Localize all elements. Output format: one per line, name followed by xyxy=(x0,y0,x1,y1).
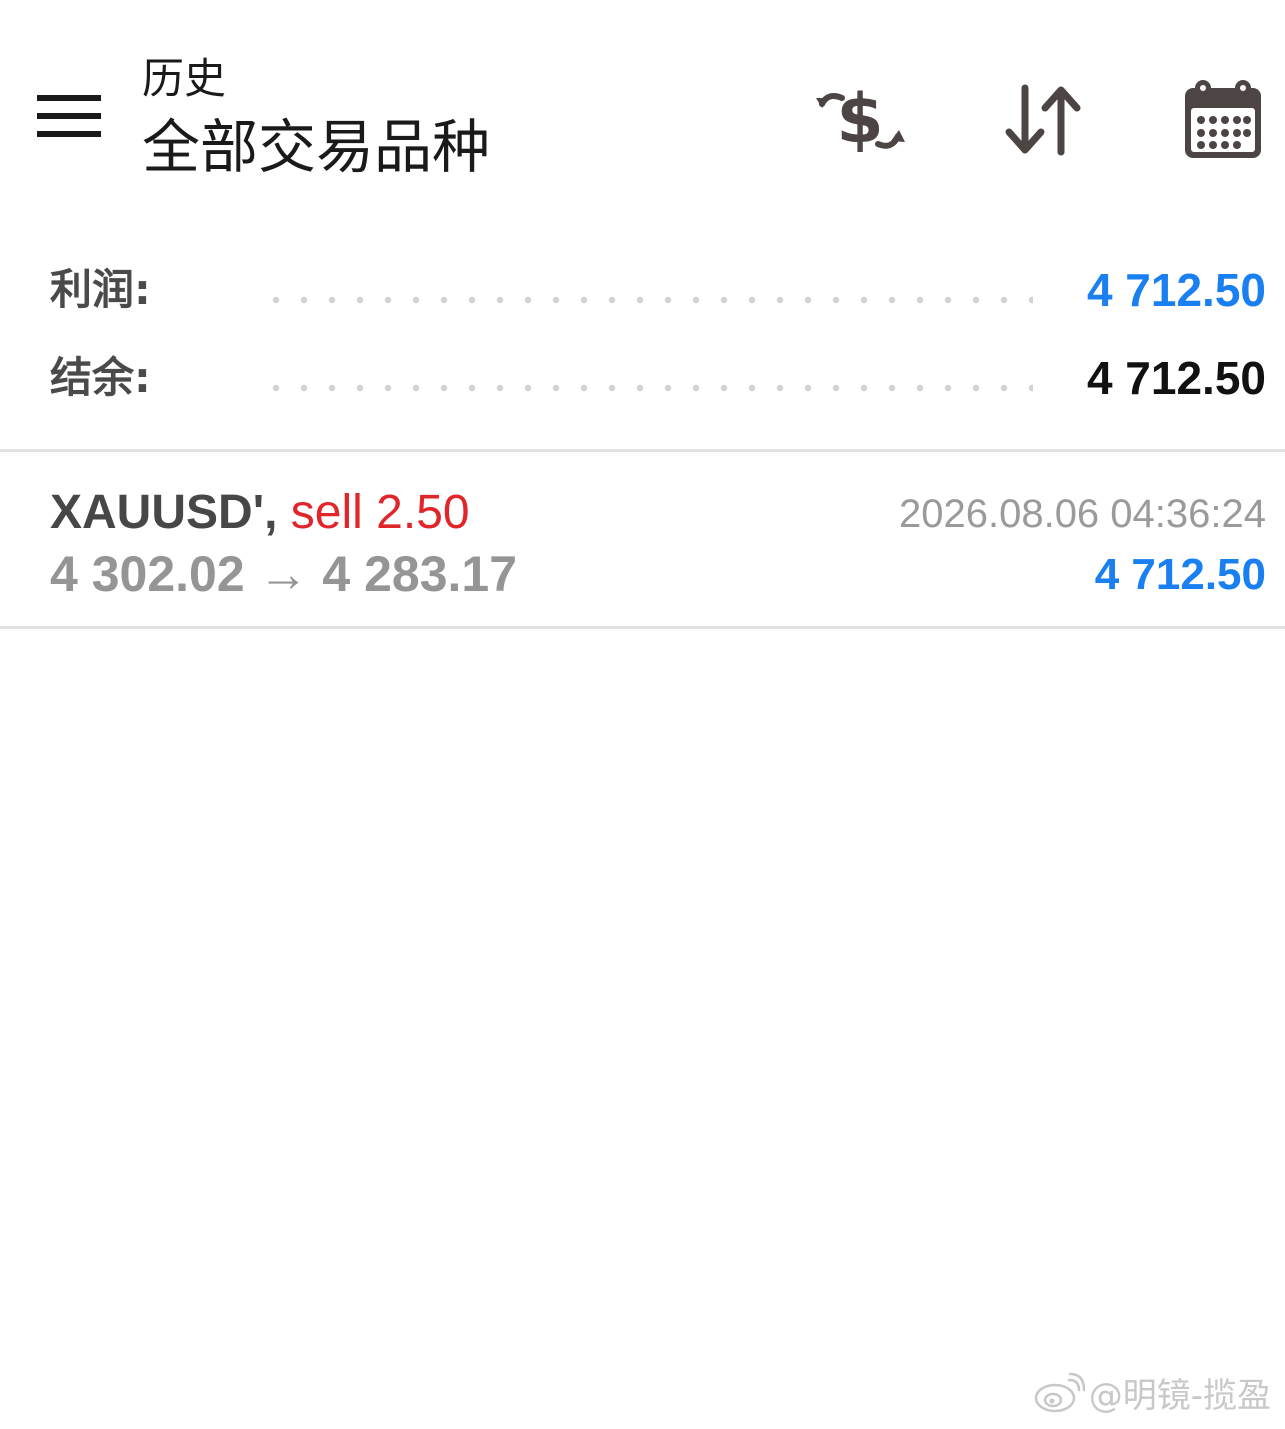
divider xyxy=(0,626,1285,629)
watermark-text: @明镜-揽盈 xyxy=(1088,1376,1271,1416)
profit-row: 利润: 4 712.50 xyxy=(0,248,1285,336)
sort-button[interactable] xyxy=(995,72,1091,168)
watermark: @明镜-揽盈 xyxy=(1033,1368,1271,1417)
symbol-filter-title[interactable]: 全部交易品种 xyxy=(142,110,490,184)
dotted-leader xyxy=(262,296,1033,304)
weibo-icon xyxy=(1034,1372,1085,1412)
sort-icon xyxy=(1005,84,1081,156)
profit-value: 4 712.50 xyxy=(1086,264,1266,316)
trade-prices: 4 302.02 → 4 283.17 xyxy=(50,546,518,602)
dollar-exchange-button[interactable]: $ xyxy=(812,72,908,168)
trade-row[interactable]: XAUUSD', sell 2.50 4 302.02 → 4 283.17 2… xyxy=(0,452,1285,626)
title-block: 历史 全部交易品种 xyxy=(142,52,490,184)
balance-row: 结余: 4 712.50 xyxy=(0,336,1285,424)
svg-text:$: $ xyxy=(836,80,883,159)
profit-label: 利润: xyxy=(50,265,151,314)
trade-time: 2026.08.06 04:36:24 xyxy=(898,492,1266,536)
trade-profit: 4 712.50 xyxy=(1094,550,1266,599)
trade-symbol: XAUUSD' xyxy=(50,486,265,539)
dotted-leader xyxy=(262,384,1033,392)
menu-button[interactable] xyxy=(30,85,110,149)
calendar-button[interactable] xyxy=(1175,72,1271,168)
summary-section: 利润: 4 712.50 结余: 4 712.50 xyxy=(0,248,1285,424)
trade-side: sell 2.50 xyxy=(290,486,470,539)
app-header: 历史 全部交易品种 $ xyxy=(0,0,1285,200)
balance-label: 结余: xyxy=(50,353,151,402)
page-title: 历史 xyxy=(142,54,227,103)
hamburger-menu-icon xyxy=(37,95,101,137)
trade-header: XAUUSD', sell 2.50 xyxy=(50,482,470,544)
trade-separator: , xyxy=(264,486,278,539)
balance-value: 4 712.50 xyxy=(1086,352,1266,404)
calendar-icon xyxy=(1185,80,1261,158)
dollar-exchange-icon: $ xyxy=(816,80,905,159)
